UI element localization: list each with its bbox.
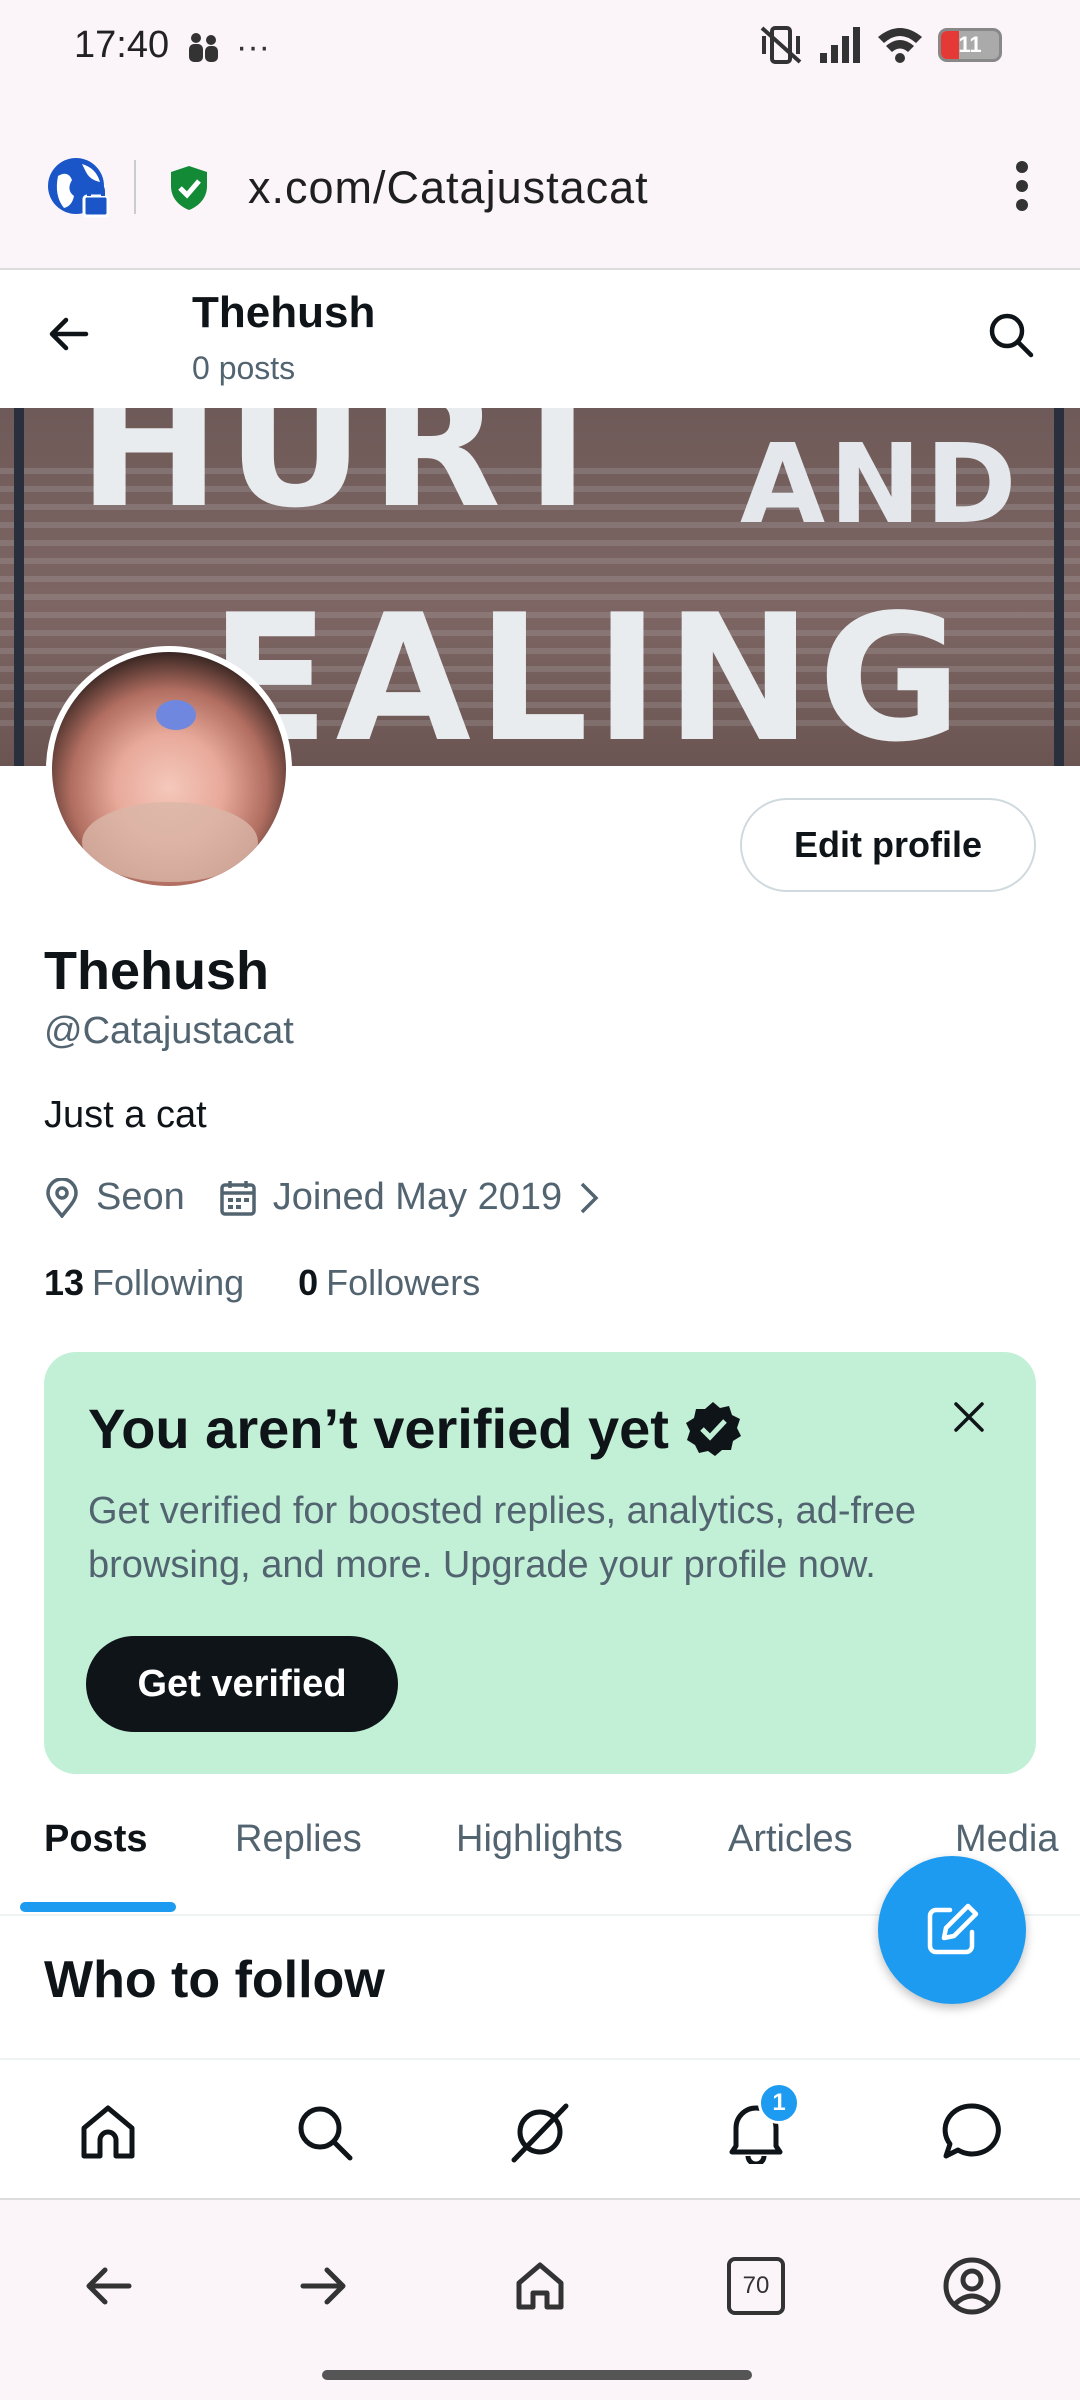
tab-replies[interactable]: Replies [235,1818,362,1861]
joined-item[interactable]: Joined May 2019 [219,1176,600,1219]
status-right-icons: 11 [758,24,1002,66]
profile-bio: Just a cat [44,1094,207,1136]
tab-articles[interactable]: Articles [728,1818,853,1861]
banner-text-1: HURT [78,408,622,546]
who-to-follow-heading: Who to follow [44,1951,385,2009]
signal-icon [820,27,860,63]
get-verified-button[interactable]: Get verified [86,1636,398,1732]
browser-tabs-button[interactable]: 70 [720,2250,792,2322]
browser-menu-icon[interactable] [1012,160,1032,212]
tab-media[interactable]: Media [955,1818,1059,1861]
close-icon[interactable] [952,1400,986,1434]
back-arrow-icon[interactable] [44,310,92,358]
browser-back-button[interactable] [72,2250,144,2322]
location-item: Seon [44,1176,185,1219]
nav-explore[interactable] [288,2096,360,2168]
verify-title: You aren’t verified yet [88,1396,743,1461]
status-time: 17:40 [74,24,170,66]
account-icon [943,2257,1001,2315]
banner-text-2: AND [740,420,1021,548]
app-bottom-nav: 1 [0,2058,1080,2198]
active-tab-indicator [20,1902,176,1912]
search-icon [298,2106,353,2161]
banner-text-3: EALING [210,578,968,766]
url-separator [134,160,136,214]
edit-profile-button[interactable]: Edit profile [740,798,1036,892]
browser-url-bar: x.com/Catajustacat [0,100,1080,270]
following-stat[interactable]: 13 Following [44,1262,244,1304]
search-icon[interactable] [986,310,1036,360]
battery-level: 11 [958,32,982,57]
browser-home-button[interactable] [504,2250,576,2322]
tab-posts[interactable]: Posts [44,1818,147,1861]
following-count: 13 [44,1262,85,1303]
url-text[interactable]: x.com/Catajustacat [248,162,649,214]
verified-badge-icon [685,1401,741,1456]
following-label: Following [92,1262,245,1303]
followers-stat[interactable]: 0 Followers [298,1262,480,1304]
grok-icon [511,2103,569,2163]
gesture-home-indicator[interactable] [322,2370,752,2380]
joined-text: Joined May 2019 [272,1176,563,1218]
location-text: Seon [96,1176,185,1218]
forward-arrow-icon [300,2267,346,2305]
followers-label: Followers [326,1262,481,1303]
status-bar: 17:40 ··· 11 [0,0,1080,100]
compose-button[interactable] [878,1856,1026,2004]
verification-promo-card: You aren’t verified yet Get verified for… [44,1352,1036,1774]
profile-header: Thehush 0 posts [0,272,1080,408]
display-name: Thehush [44,941,269,1001]
verify-title-text: You aren’t verified yet [88,1397,669,1460]
tab-count: 70 [727,2257,785,2315]
nav-messages[interactable] [936,2096,1008,2168]
back-arrow-icon [86,2267,132,2305]
calendar-icon [220,1180,256,1216]
followers-count: 0 [298,1262,319,1303]
header-post-count: 0 posts [192,350,296,386]
browser-forward-button[interactable] [288,2250,360,2322]
browser-account-button[interactable] [936,2250,1008,2322]
header-title: Thehush [192,288,376,337]
wifi-icon [878,28,922,63]
follow-stats: 13 Following 0 Followers [44,1262,480,1304]
messages-icon [942,2103,1001,2159]
security-shield-icon[interactable] [168,164,210,212]
tab-highlights[interactable]: Highlights [456,1818,623,1861]
home-icon [81,2105,135,2159]
location-pin-icon [46,1177,78,1218]
avatar[interactable] [46,646,292,892]
browser-bottom-bar: 70 [0,2198,1080,2400]
vibrate-off-icon [760,26,802,64]
verify-description: Get verified for boosted replies, analyt… [88,1490,916,1586]
home-icon [516,2262,564,2310]
chevron-right-icon [580,1182,599,1213]
people-icon [189,32,218,62]
status-left-icons: ··· [186,28,270,67]
profile-meta: Seon Joined May 2019 [44,1176,634,1219]
battery-indicator: 11 [938,28,1002,62]
compose-icon [927,1903,979,1955]
notification-badge: 1 [758,2082,800,2124]
nav-home[interactable] [72,2096,144,2168]
nav-grok[interactable] [504,2096,576,2168]
user-handle: @Catajustacat [44,1010,294,1052]
nav-notifications[interactable]: 1 [720,2082,800,2168]
status-more: ··· [236,28,270,66]
globe-lock-icon[interactable] [46,156,112,222]
